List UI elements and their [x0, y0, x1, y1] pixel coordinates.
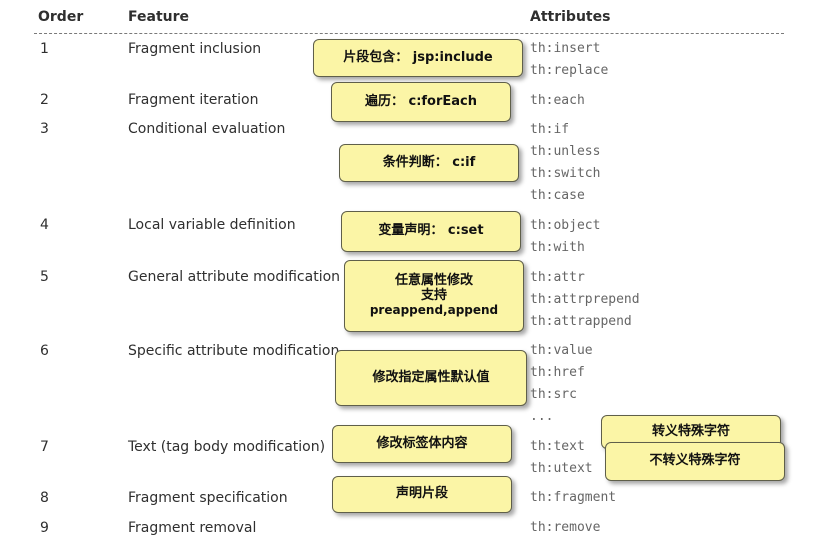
header-feature: Feature [128, 9, 189, 25]
note-foreach: 遍历： c:forEach [331, 82, 511, 122]
row-attribute: th:insert [530, 41, 601, 56]
row-order: 5 [40, 269, 49, 285]
note-attr-line: 任意属性修改 [394, 273, 473, 289]
row-attribute: th:value [530, 343, 593, 358]
row-attribute: th:attr [530, 270, 585, 285]
header-attributes: Attributes [530, 9, 611, 25]
row-feature: Fragment inclusion [128, 41, 262, 57]
row-attribute: th:fragment [530, 490, 617, 505]
header-divider [34, 33, 784, 34]
row-order: 9 [40, 520, 49, 536]
row-order: 6 [40, 343, 49, 359]
row-attribute: th:attrprepend [530, 292, 640, 307]
row-order: 3 [40, 121, 49, 137]
note-text: 修改标签体内容 [332, 425, 512, 463]
note-specific: 修改指定属性默认值 [335, 350, 527, 406]
row-attribute: th:src [530, 387, 577, 402]
row-order: 7 [40, 439, 49, 455]
row-attribute: th:href [530, 365, 585, 380]
row-attribute: th:utext [530, 461, 593, 476]
row-attribute: th:replace [530, 63, 609, 78]
row-attribute: th:attrappend [530, 314, 632, 329]
note-attr-line: preappend,append [369, 303, 499, 318]
row-attribute: th:if [530, 122, 570, 137]
row-order: 2 [40, 92, 49, 108]
row-attribute: th:text [530, 439, 585, 454]
note-attr: 任意属性修改 支持 preappend,append [344, 260, 524, 332]
row-feature: Text (tag body modification) [128, 439, 326, 455]
note-fragment: 声明片段 [332, 476, 512, 513]
row-attribute: th:each [530, 93, 585, 108]
row-order: 4 [40, 217, 49, 233]
row-feature: Specific attribute modification [128, 343, 340, 359]
row-feature: Fragment specification [128, 490, 288, 506]
note-noescape: 不转义特殊字符 [605, 442, 785, 481]
note-include: 片段包含： jsp:include [313, 39, 523, 77]
row-attribute: th:remove [530, 520, 601, 535]
row-attribute: th:object [530, 218, 601, 233]
note-set: 变量声明： c:set [341, 211, 521, 252]
row-order: 1 [40, 41, 49, 57]
row-attribute: th:case [530, 188, 585, 203]
note-attr-line: 支持 [420, 288, 447, 304]
row-attribute: th:unless [530, 144, 601, 159]
note-if: 条件判断： c:if [339, 144, 519, 182]
row-feature: Fragment iteration [128, 92, 259, 108]
row-feature: Conditional evaluation [128, 121, 286, 137]
row-attribute: th:with [530, 240, 585, 255]
row-feature: General attribute modification [128, 269, 341, 285]
row-feature: Fragment removal [128, 520, 257, 536]
row-order: 8 [40, 490, 49, 506]
row-feature: Local variable definition [128, 217, 296, 233]
row-attribute: th:switch [530, 166, 601, 181]
row-attribute: ... [530, 409, 554, 424]
header-order: Order [38, 9, 84, 25]
